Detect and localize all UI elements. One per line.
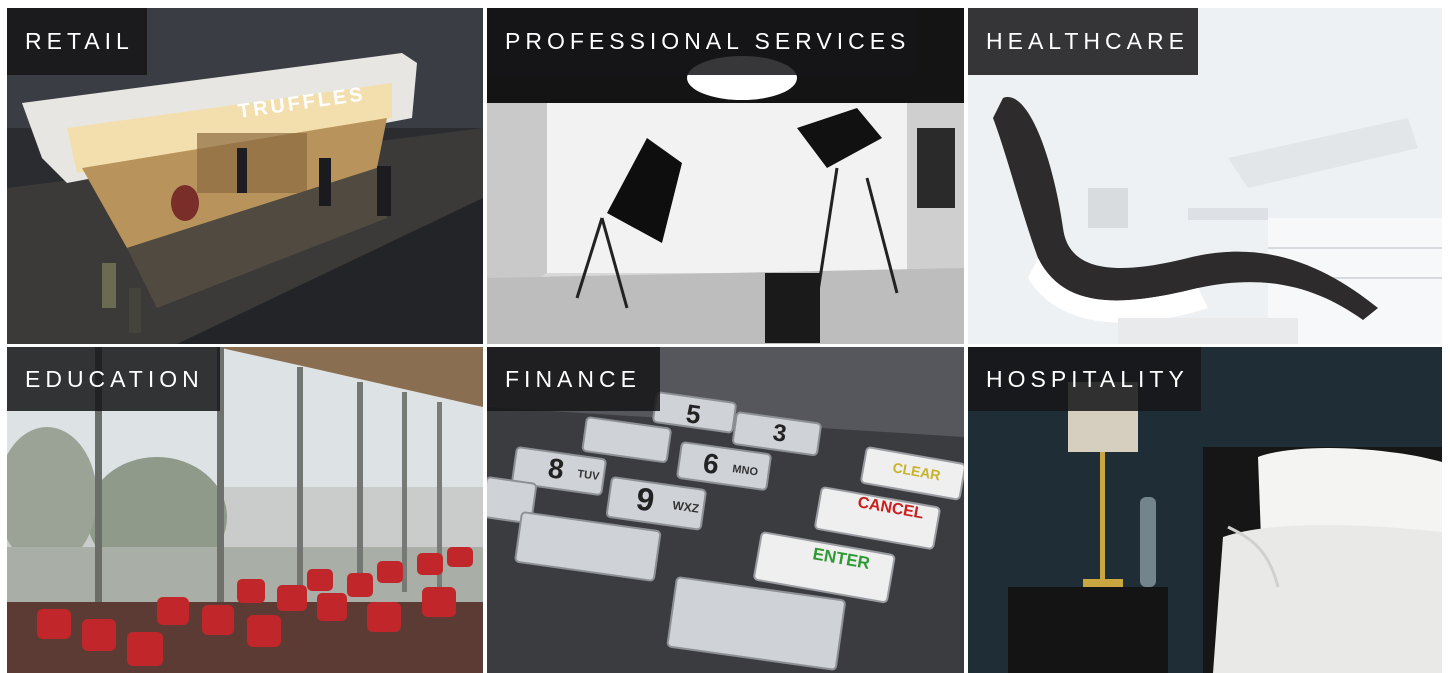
tile-retail[interactable]: TRUFFLES RETAIL [7,8,483,344]
industry-grid: TRUFFLES RETAIL PROFESSIONAL SERVICES HE… [0,0,1450,673]
tile-label-healthcare: HEALTHCARE [968,8,1198,75]
tile-education[interactable]: EDUCATION [7,347,483,673]
tile-label-professional-services: PROFESSIONAL SERVICES [487,8,915,75]
tile-label-hospitality: HOSPITALITY [968,347,1201,411]
tile-label-education: EDUCATION [7,347,220,411]
tile-label-finance: FINANCE [487,347,660,411]
tile-hospitality[interactable]: HOSPITALITY [968,347,1442,673]
tile-professional-services[interactable]: PROFESSIONAL SERVICES [487,8,964,344]
tile-healthcare[interactable]: HEALTHCARE [968,8,1442,344]
tile-finance[interactable]: 5 3 8 6 MNO TUV 9 WXZ CLEAR CANCEL ENTER… [487,347,964,673]
tile-label-retail: RETAIL [7,8,147,75]
